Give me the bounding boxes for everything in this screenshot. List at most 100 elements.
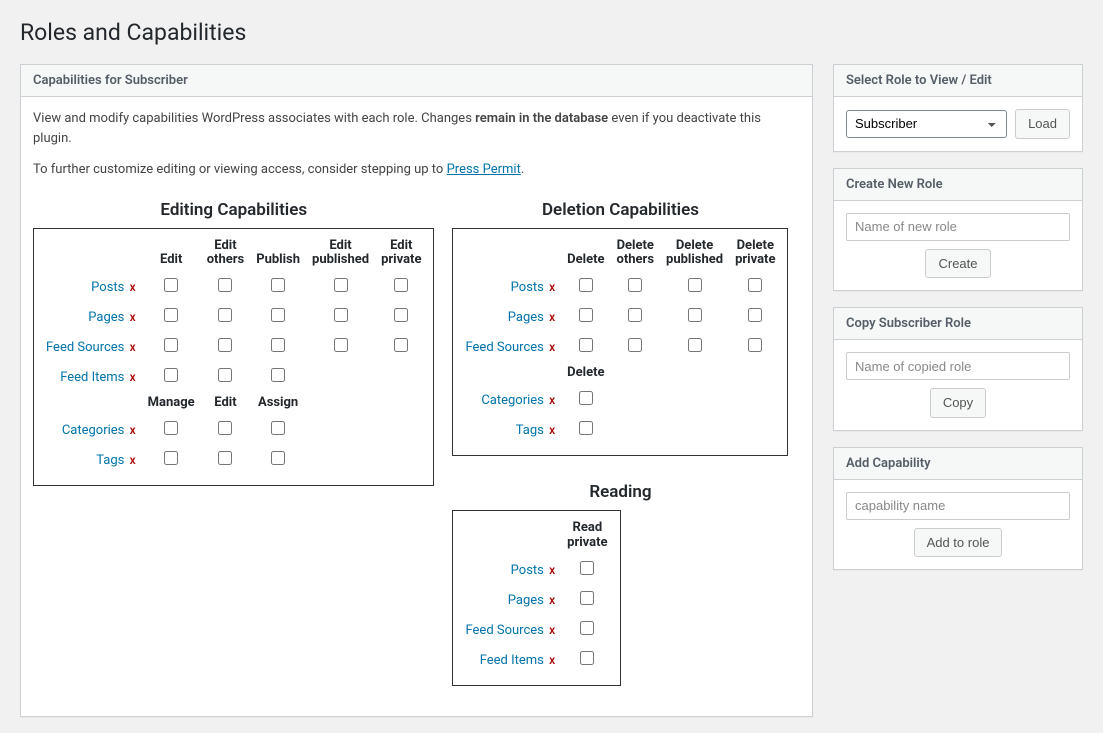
capability-checkbox[interactable] [688, 338, 702, 352]
capability-checkbox[interactable] [748, 308, 762, 322]
remove-x-icon[interactable]: x [130, 423, 136, 437]
reading-title: Reading [452, 482, 788, 502]
capability-checkbox[interactable] [580, 561, 594, 575]
capability-checkbox[interactable] [271, 451, 285, 465]
capability-checkbox[interactable] [164, 308, 178, 322]
remove-x-icon[interactable]: x [549, 623, 555, 637]
capability-checkbox[interactable] [394, 338, 408, 352]
capability-checkbox[interactable] [579, 278, 593, 292]
table-row: Pages x [459, 302, 781, 332]
reading-box: ReadprivatePosts xPages xFeed Sources xF… [452, 510, 620, 686]
column-header: Readprivate [561, 517, 613, 555]
capability-checkbox[interactable] [394, 278, 408, 292]
row-label-link[interactable]: Posts [511, 563, 544, 578]
remove-x-icon[interactable]: x [130, 280, 136, 294]
copied-role-name-input[interactable] [846, 352, 1070, 380]
row-label-link[interactable]: Categories [62, 423, 125, 438]
capability-checkbox[interactable] [164, 368, 178, 382]
load-button[interactable]: Load [1015, 109, 1070, 139]
row-label-link[interactable]: Pages [508, 593, 544, 608]
capability-checkbox[interactable] [394, 308, 408, 322]
remove-x-icon[interactable]: x [130, 453, 136, 467]
table-row: Categories x [40, 415, 427, 445]
column-header: Editothers [201, 235, 250, 273]
deletion-title: Deletion Capabilities [452, 200, 788, 220]
capability-checkbox[interactable] [628, 278, 642, 292]
capability-checkbox[interactable] [579, 338, 593, 352]
press-permit-link[interactable]: Press Permit [447, 162, 521, 177]
row-label-link[interactable]: Feed Items [480, 653, 544, 668]
row-label-link[interactable]: Tags [96, 453, 124, 468]
capability-checkbox[interactable] [579, 391, 593, 405]
capability-name-input[interactable] [846, 492, 1070, 520]
capability-checkbox[interactable] [579, 421, 593, 435]
role-select[interactable]: Subscriber [846, 110, 1007, 138]
capability-checkbox[interactable] [271, 421, 285, 435]
capability-checkbox[interactable] [218, 368, 232, 382]
capability-checkbox[interactable] [218, 451, 232, 465]
column-header: Deleteprivate [729, 235, 781, 273]
select-role-panel: Select Role to View / Edit Subscriber Lo… [833, 64, 1083, 152]
row-label-link[interactable]: Posts [91, 280, 124, 295]
remove-x-icon[interactable]: x [549, 563, 555, 577]
deletion-box: DeleteDeleteothersDeletepublishedDeletep… [452, 228, 788, 457]
table-row: Feed Sources x [40, 332, 427, 362]
capability-checkbox[interactable] [579, 308, 593, 322]
new-role-name-input[interactable] [846, 213, 1070, 241]
remove-x-icon[interactable]: x [130, 370, 136, 384]
capability-checkbox[interactable] [164, 421, 178, 435]
add-capability-panel: Add Capability Add to role [833, 447, 1083, 571]
row-label-link[interactable]: Feed Sources [46, 340, 124, 355]
row-label-link[interactable]: Feed Sources [465, 623, 543, 638]
table-row: Feed Sources x [459, 332, 781, 362]
capability-checkbox[interactable] [748, 338, 762, 352]
capability-checkbox[interactable] [334, 278, 348, 292]
remove-x-icon[interactable]: x [130, 340, 136, 354]
capability-checkbox[interactable] [271, 338, 285, 352]
create-button[interactable]: Create [925, 249, 990, 279]
row-label-link[interactable]: Tags [516, 423, 544, 438]
remove-x-icon[interactable]: x [549, 393, 555, 407]
remove-x-icon[interactable]: x [549, 310, 555, 324]
row-label-link[interactable]: Pages [88, 310, 124, 325]
remove-x-icon[interactable]: x [130, 310, 136, 324]
capability-checkbox[interactable] [218, 278, 232, 292]
row-label-link[interactable]: Feed Sources [465, 340, 543, 355]
column-header: Edit [142, 235, 201, 273]
remove-x-icon[interactable]: x [549, 280, 555, 294]
capability-checkbox[interactable] [580, 651, 594, 665]
capability-checkbox[interactable] [580, 621, 594, 635]
remove-x-icon[interactable]: x [549, 423, 555, 437]
capability-checkbox[interactable] [218, 421, 232, 435]
copy-role-panel: Copy Subscriber Role Copy [833, 307, 1083, 431]
copy-button[interactable]: Copy [930, 388, 986, 418]
capability-checkbox[interactable] [271, 368, 285, 382]
capability-checkbox[interactable] [628, 338, 642, 352]
capability-checkbox[interactable] [688, 308, 702, 322]
table-row: Pages x [459, 585, 613, 615]
remove-x-icon[interactable]: x [549, 653, 555, 667]
capability-checkbox[interactable] [164, 451, 178, 465]
remove-x-icon[interactable]: x [549, 340, 555, 354]
capability-checkbox[interactable] [218, 308, 232, 322]
capability-checkbox[interactable] [271, 278, 285, 292]
column-header: Deletepublished [660, 235, 729, 273]
capability-checkbox[interactable] [628, 308, 642, 322]
capability-checkbox[interactable] [688, 278, 702, 292]
capability-checkbox[interactable] [748, 278, 762, 292]
capability-checkbox[interactable] [164, 278, 178, 292]
capability-checkbox[interactable] [580, 591, 594, 605]
capability-checkbox[interactable] [334, 338, 348, 352]
table-row: Feed Items x [40, 362, 427, 392]
row-label-link[interactable]: Feed Items [60, 370, 124, 385]
row-label-link[interactable]: Categories [481, 393, 544, 408]
table-row: Pages x [40, 302, 427, 332]
remove-x-icon[interactable]: x [549, 593, 555, 607]
row-label-link[interactable]: Pages [508, 310, 544, 325]
add-to-role-button[interactable]: Add to role [914, 528, 1003, 558]
capability-checkbox[interactable] [334, 308, 348, 322]
row-label-link[interactable]: Posts [511, 280, 544, 295]
capability-checkbox[interactable] [218, 338, 232, 352]
capability-checkbox[interactable] [164, 338, 178, 352]
capability-checkbox[interactable] [271, 308, 285, 322]
